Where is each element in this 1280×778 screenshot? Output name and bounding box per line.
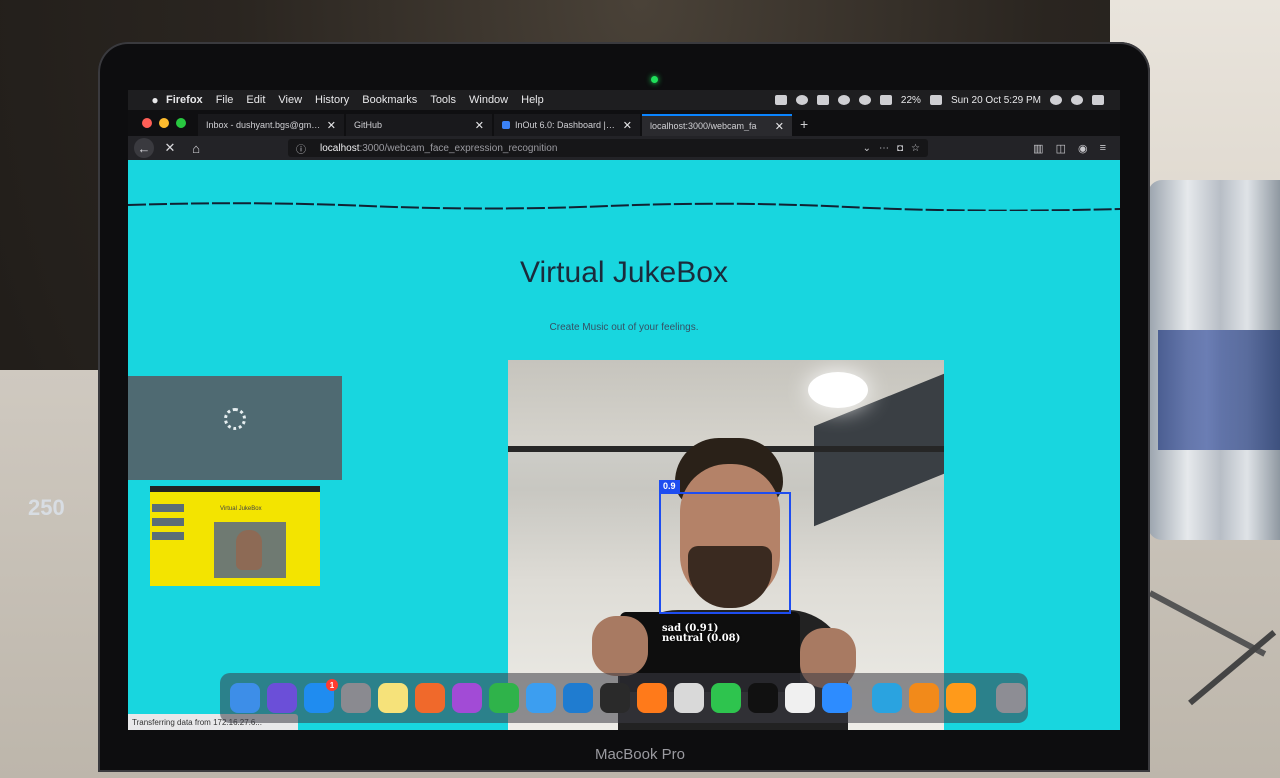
contacts-icon[interactable]	[674, 683, 704, 713]
compass-icon[interactable]	[837, 95, 850, 105]
close-tab-icon[interactable]: ✕	[475, 119, 484, 132]
netflix-icon[interactable]	[748, 683, 778, 713]
notes-icon[interactable]	[378, 683, 408, 713]
bookmark-star-icon[interactable]: ☆	[911, 143, 920, 154]
app-menu[interactable]: Firefox	[166, 94, 203, 106]
url-host: localhost	[320, 142, 360, 154]
app-store-icon[interactable]: 1	[304, 679, 338, 713]
xcode-icon[interactable]	[526, 683, 556, 713]
loading-panel	[128, 376, 342, 482]
play-icon[interactable]	[711, 683, 741, 713]
firefox-icon[interactable]	[637, 683, 667, 713]
close-window-button[interactable]	[142, 118, 152, 128]
pocket-icon[interactable]: ◘	[897, 143, 903, 154]
site-info-icon[interactable]: ⓘ	[296, 141, 306, 156]
notification-badge: 1	[326, 679, 338, 691]
sidebar-icon[interactable]: ◫	[1056, 142, 1066, 155]
tab-bar: Inbox - dushyant.bgs@gmail.c ✕ GitHub ✕ …	[128, 110, 1120, 136]
siri-menubar-icon[interactable]	[1071, 95, 1083, 105]
expression-neutral: neutral (0.08)	[662, 633, 741, 644]
status-area: 22% Sun 20 Oct 5:29 PM	[774, 95, 1104, 106]
url-actions: ⌄ ⋯ ◘ ☆	[863, 143, 920, 154]
menu-view[interactable]: View	[278, 94, 302, 106]
siri-icon[interactable]	[267, 683, 297, 713]
loading-spinner-icon	[224, 408, 246, 430]
telegram-icon[interactable]	[872, 683, 902, 713]
clock[interactable]: Sun 20 Oct 5:29 PM	[951, 95, 1041, 106]
zoom-icon[interactable]	[822, 683, 852, 713]
library-icon[interactable]: ▥	[1033, 142, 1043, 155]
stop-loading-icon[interactable]: ✕	[160, 138, 180, 158]
can-label: 250	[28, 495, 65, 520]
detection-score: 0.9	[659, 480, 680, 492]
menu-hamburger-icon[interactable]: ≡	[1100, 142, 1106, 155]
postman-icon[interactable]	[415, 683, 445, 713]
menu-edit[interactable]: Edit	[246, 94, 265, 106]
close-tab-icon[interactable]: ✕	[775, 120, 784, 133]
vlc-icon[interactable]	[909, 683, 939, 713]
back-arrow-icon[interactable]: ←	[134, 138, 154, 158]
turtle-app-icon[interactable]	[489, 683, 519, 713]
terminal-icon[interactable]	[600, 683, 630, 713]
tab-inbox[interactable]: Inbox - dushyant.bgs@gmail.c ✕	[198, 114, 344, 136]
sublime-icon[interactable]	[946, 683, 976, 713]
account-icon[interactable]: ◉	[1078, 142, 1088, 155]
system-preferences-icon[interactable]	[341, 683, 371, 713]
face-detection-box	[659, 492, 791, 614]
notification-center-icon[interactable]	[1092, 95, 1104, 105]
close-tab-icon[interactable]: ✕	[327, 119, 336, 132]
new-tab-button[interactable]: +	[800, 116, 808, 132]
devfolio-favicon-icon	[502, 121, 510, 129]
drink-can	[1148, 180, 1280, 540]
page-title: Virtual JukeBox	[520, 256, 728, 289]
upload-icon[interactable]	[816, 95, 829, 105]
toolbar-right: ▥ ◫ ◉ ≡	[1033, 142, 1106, 155]
apple-menu-icon[interactable]: ●	[144, 93, 166, 107]
minimize-window-button[interactable]	[159, 118, 169, 128]
tab-devfolio[interactable]: InOut 6.0: Dashboard | Devfolio ✕	[494, 114, 640, 136]
menu-bookmarks[interactable]: Bookmarks	[362, 94, 417, 106]
facetime-icon[interactable]	[774, 95, 787, 105]
laptop-model-label: MacBook Pro	[594, 746, 686, 763]
menu-window[interactable]: Window	[469, 94, 508, 106]
vscode-icon[interactable]	[563, 683, 593, 713]
mac-menubar: ● Firefox File Edit View History Bookmar…	[128, 90, 1120, 110]
address-bar[interactable]: ⓘ localhost :3000/webcam_face_expression…	[288, 139, 928, 157]
screen-share-thumbnail[interactable]: Virtual JukeBox	[128, 480, 342, 590]
microphone-icon[interactable]	[795, 95, 808, 105]
navigation-bar: ← ✕ ⌂ ⓘ localhost :3000/webcam_face_expr…	[128, 136, 1120, 160]
trash-icon[interactable]	[996, 683, 1026, 713]
menu-history[interactable]: History	[315, 94, 349, 106]
close-tab-icon[interactable]: ✕	[623, 119, 632, 132]
tab-localhost[interactable]: localhost:3000/webcam_fa ✕	[642, 114, 792, 136]
home-icon[interactable]: ⌂	[186, 138, 206, 158]
page-subtitle: Create Music out of your feelings.	[549, 322, 699, 333]
thumbnail-webcam	[214, 522, 286, 578]
finder-icon[interactable]	[230, 683, 260, 713]
screen: ● Firefox File Edit View History Bookmar…	[128, 90, 1120, 730]
battery-percent[interactable]: 22%	[901, 95, 921, 106]
menu-file[interactable]: File	[216, 94, 234, 106]
chevron-down-icon[interactable]: ⌄	[863, 143, 871, 154]
zoom-window-button[interactable]	[176, 118, 186, 128]
thumbnail-page: Virtual JukeBox	[150, 486, 320, 586]
window-controls	[142, 118, 186, 128]
expression-labels: sad (0.91) neutral (0.08)	[662, 624, 740, 644]
dock: 1	[220, 673, 1028, 723]
itunes-icon[interactable]	[785, 683, 815, 713]
mqtt-fx-icon[interactable]	[452, 683, 482, 713]
web-page: Virtual JukeBox Create Music out of your…	[128, 160, 1120, 730]
thumbnail-title: Virtual JukeBox	[220, 506, 262, 512]
camera-indicator	[651, 76, 658, 83]
volume-icon[interactable]	[879, 95, 892, 105]
battery-icon[interactable]	[929, 95, 942, 105]
tab-github[interactable]: GitHub ✕	[346, 114, 492, 136]
wifi-icon[interactable]	[858, 95, 871, 105]
menu-tools[interactable]: Tools	[430, 94, 456, 106]
url-path: :3000/webcam_face_expression_recognition	[359, 142, 558, 154]
header-divider	[128, 202, 1120, 211]
page-actions-icon[interactable]: ⋯	[879, 143, 889, 154]
spotlight-icon[interactable]	[1050, 95, 1062, 105]
menu-help[interactable]: Help	[521, 94, 544, 106]
